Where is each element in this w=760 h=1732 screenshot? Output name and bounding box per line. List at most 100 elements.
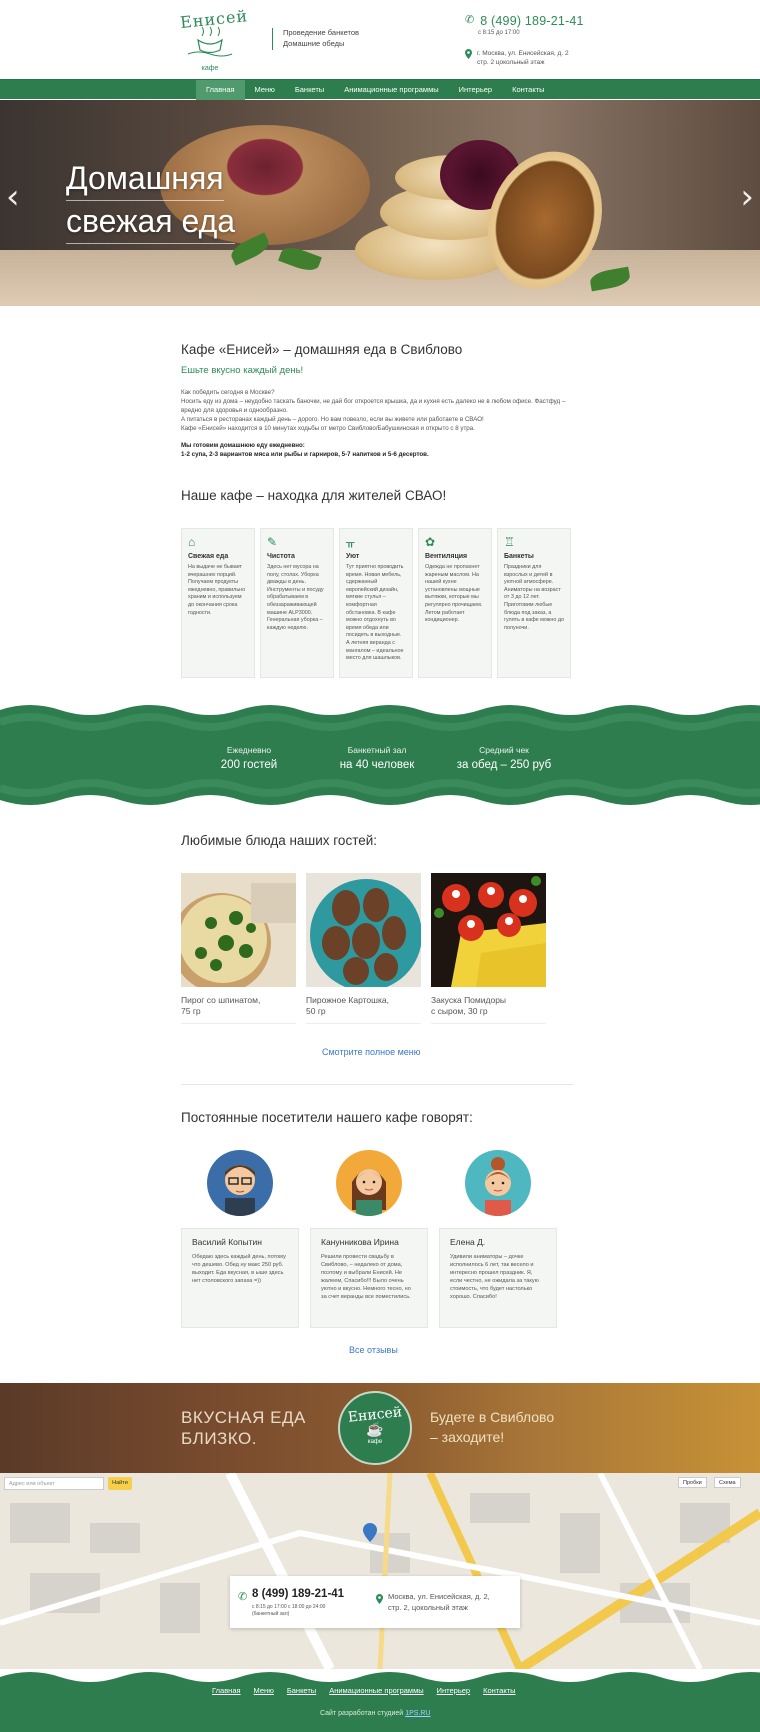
- review-text: Обедаю здесь каждый день, потому что деш…: [192, 1254, 286, 1284]
- nav-item-interior[interactable]: Интерьер: [449, 80, 502, 100]
- banner-right-text: Будете в Свиблово – заходите!: [430, 1407, 554, 1447]
- footer-link-home[interactable]: Главная: [212, 1686, 241, 1695]
- review-body: Елена Д. Удивили аниматоры – дочке испол…: [439, 1228, 557, 1328]
- banner-left-text: ВКУСНАЯ ЕДА БЛИЗКО.: [181, 1407, 306, 1449]
- stat-check: Средний чек за обед – 250 руб: [429, 745, 579, 771]
- feature-title: Вентиляция: [425, 553, 468, 560]
- dish-caption: Закуска Помидоры с сыром, 30 гр: [431, 995, 546, 1024]
- avatar: [465, 1150, 531, 1216]
- map-tiles[interactable]: [0, 1473, 760, 1669]
- feature-card: ✎ Чистота Здесь нет мусора на полу, стол…: [260, 528, 334, 678]
- address-text: г. Москва, ул. Енисейская, д. 2 стр. 2 ц…: [477, 49, 569, 67]
- nav-item-contacts[interactable]: Контакты: [502, 80, 554, 100]
- tagline-line-1: Проведение банкетов: [283, 28, 360, 37]
- dish-image-tomatoes[interactable]: [431, 873, 546, 987]
- hero-slider: Домашняя свежая еда: [0, 100, 760, 306]
- map-search-input[interactable]: Адрес или объект: [4, 1477, 104, 1490]
- house-icon: ⌂: [188, 535, 196, 549]
- feature-title: Свежая еда: [188, 553, 229, 560]
- footer-link-contacts[interactable]: Контакты: [483, 1686, 515, 1695]
- header-address: г. Москва, ул. Енисейская, д. 2 стр. 2 ц…: [465, 49, 569, 67]
- footer-link-banquets[interactable]: Банкеты: [287, 1686, 316, 1695]
- contact-address-line-2: стр. 2, цокольный этаж: [388, 1603, 468, 1612]
- stat-value: за обед – 250 руб: [456, 759, 552, 771]
- hero-title-line-2: свежая еда: [66, 201, 236, 244]
- tagline-line-2: Домашние обеды: [283, 39, 345, 48]
- hero-title-line-1: Домашняя: [66, 158, 224, 201]
- feature-text: Здесь нет мусора на полу, столах. Уборка…: [267, 564, 324, 631]
- cleaning-icon: ✎: [267, 535, 278, 549]
- full-menu-link[interactable]: Смотрите полное меню: [322, 1047, 421, 1057]
- map[interactable]: Адрес или объект Найти Пробки Схема: [0, 1473, 760, 1669]
- footer-link-menu[interactable]: Меню: [254, 1686, 274, 1695]
- dish-card[interactable]: Закуска Помидоры с сыром, 30 гр: [431, 873, 546, 1024]
- footer-credit: Сайт разработан студией 1PS.RU: [320, 1710, 430, 1717]
- header-hours: с 8:15 до 17:00: [478, 30, 520, 36]
- dish-card[interactable]: Пирог со шпинатом, 75 гр: [181, 873, 296, 1024]
- stat-label: Средний чек: [479, 745, 529, 755]
- address-line-1: г. Москва, ул. Енисейская, д. 2: [477, 50, 569, 57]
- review-body: Василий Копытин Обедаю здесь каждый день…: [181, 1228, 299, 1328]
- footer-wave-background: [0, 1672, 760, 1732]
- dish-image-spinach-pie[interactable]: [181, 873, 296, 987]
- logo[interactable]: Енисей кафе: [179, 6, 249, 72]
- footer-link-animation[interactable]: Анимационные программы: [329, 1686, 423, 1695]
- feature-text: Праздники для взрослых и детей в уютной …: [504, 564, 565, 631]
- hero-title: Домашняя свежая еда: [66, 158, 236, 244]
- banner-right-line-2: – заходите!: [430, 1429, 505, 1445]
- map-traffic-button[interactable]: Пробки: [678, 1477, 707, 1488]
- fan-icon: ✿: [425, 535, 436, 549]
- feature-title: Уют: [346, 553, 360, 560]
- dish-card[interactable]: Пирожное Картошка, 50 гр: [306, 873, 421, 1024]
- feature-text: Одежда не пропахнет жареным маслом. На н…: [425, 564, 483, 624]
- feature-text: Тут приятно проводить время. Новая мебел…: [346, 564, 404, 662]
- header-tagline: Проведение банкетов Домашние обеды: [283, 27, 359, 49]
- review-card: Елена Д. Удивили аниматоры – дочке испол…: [439, 1150, 557, 1328]
- review-author: Канунникова Ирина: [321, 1237, 399, 1247]
- intro-bold-title: Мы готовим домашнюю еду ежедневно:: [181, 442, 305, 449]
- map-layers-button[interactable]: Схема: [714, 1477, 741, 1488]
- credit-link[interactable]: 1PS.RU: [405, 1710, 430, 1717]
- review-text: Удивили аниматоры – дочке исполнилось 6 …: [450, 1254, 539, 1300]
- cafe-icon: ᚂ: [346, 535, 355, 549]
- header-phone[interactable]: ✆ 8 (499) 189-21-41: [465, 14, 584, 28]
- dish-caption: Пирожное Картошка, 50 гр: [306, 995, 421, 1024]
- phone-icon: ✆: [465, 14, 475, 26]
- location-pin-icon: [376, 1594, 383, 1604]
- banner-left-line-1: ВКУСНАЯ ЕДА: [181, 1408, 306, 1427]
- contact-hours-line-1: с 8:15 до 17:00 с 18:00 до 24:00: [252, 1604, 326, 1610]
- page: Енисей кафе Проведение банкетов Домашние…: [0, 0, 760, 1732]
- dish-image-kartoshka[interactable]: [306, 873, 421, 987]
- nav-item-banquets[interactable]: Банкеты: [285, 80, 334, 100]
- feature-title: Банкеты: [504, 553, 534, 560]
- contact-hours: с 8:15 до 17:00 с 18:00 до 24:00 (банкет…: [252, 1604, 325, 1618]
- location-pin-icon: [465, 49, 472, 59]
- map-find-button[interactable]: Найти: [108, 1477, 132, 1490]
- feature-title: Чистота: [267, 553, 295, 560]
- review-card: Василий Копытин Обедаю здесь каждый день…: [181, 1150, 299, 1328]
- intro-bold-text: 1-2 супа, 2-3 вариантов мяса или рыбы и …: [181, 451, 429, 458]
- intro-title: Кафе «Енисей» – домашняя еда в Свиблово: [181, 342, 463, 357]
- footer: [0, 1669, 760, 1732]
- review-text: Решили провести свадьбу в Свиблово, – не…: [321, 1254, 411, 1300]
- nav-item-animation[interactable]: Анимационные программы: [334, 80, 448, 100]
- map-contact-card: ✆ 8 (499) 189-21-41 с 8:15 до 17:00 с 18…: [230, 1576, 520, 1628]
- all-reviews-link[interactable]: Все отзывы: [349, 1345, 398, 1355]
- features-list: ⌂ Свежая еда На выдаче не бывает вчерашн…: [181, 528, 571, 678]
- contact-phone[interactable]: 8 (499) 189-21-41: [252, 1588, 344, 1600]
- header: Енисей кафе Проведение банкетов Домашние…: [0, 0, 760, 78]
- footer-link-interior[interactable]: Интерьер: [437, 1686, 470, 1695]
- features-title: Наше кафе – находка для жителей СВАО!: [181, 488, 447, 503]
- section-divider: [181, 1084, 573, 1085]
- banner-left-line-2: БЛИЗКО.: [181, 1429, 257, 1448]
- slider-prev-arrow-icon[interactable]: ‹: [6, 180, 20, 214]
- address-line-2: стр. 2 цокольный этаж: [477, 59, 545, 66]
- contact-address: Москва, ул. Енисейская, д. 2, стр. 2, цо…: [388, 1591, 490, 1613]
- phone-number[interactable]: 8 (499) 189-21-41: [480, 14, 583, 28]
- promo-banner: ВКУСНАЯ ЕДА БЛИЗКО. Енисей ☕ кафе Будете…: [0, 1383, 760, 1473]
- feature-card: ⌂ Свежая еда На выдаче не бывает вчерашн…: [181, 528, 255, 678]
- feature-text: На выдаче не бывает вчерашних порций. По…: [188, 564, 246, 616]
- slider-next-arrow-icon[interactable]: ›: [740, 180, 754, 214]
- nav-item-home[interactable]: Главная: [196, 80, 245, 100]
- nav-item-menu[interactable]: Меню: [245, 80, 285, 100]
